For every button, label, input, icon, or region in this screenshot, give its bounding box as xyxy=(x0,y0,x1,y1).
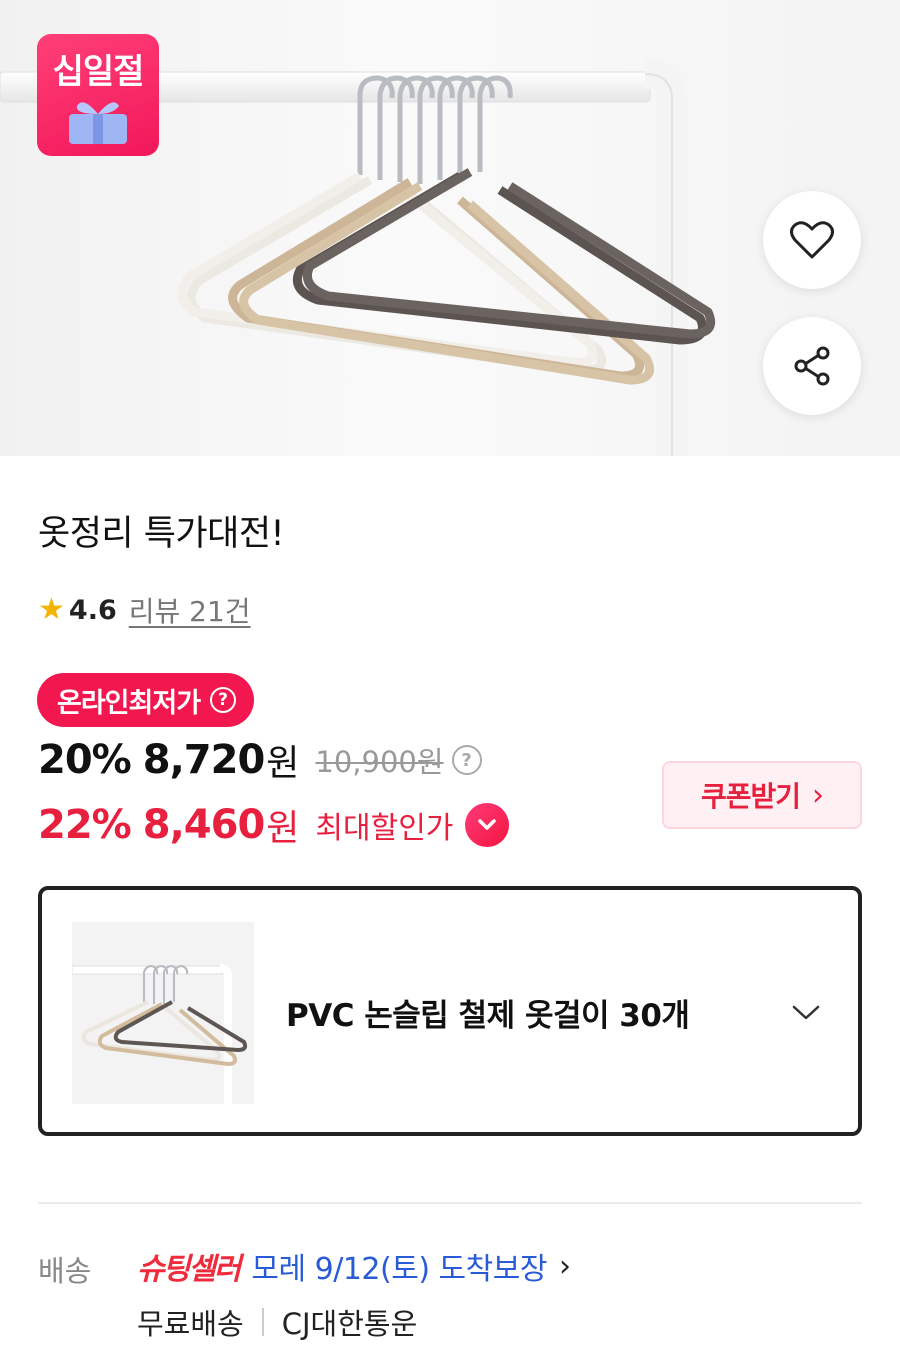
rating-row[interactable]: ★ 4.6 리뷰 21건 xyxy=(38,590,251,630)
lowest-price-badge[interactable]: 온라인최저가 ? xyxy=(37,673,255,727)
option-thumbnail-image xyxy=(72,922,254,1104)
review-count-link[interactable]: 리뷰 21건 xyxy=(129,590,251,630)
max-discount-price: 8,460 xyxy=(142,802,266,848)
like-button[interactable] xyxy=(763,191,861,289)
delivery-label: 배송 xyxy=(38,1254,92,1288)
share-icon xyxy=(794,346,830,386)
rating-score: 4.6 xyxy=(68,594,117,626)
sale-price: 8,720 xyxy=(142,737,266,783)
help-icon[interactable]: ? xyxy=(210,687,237,713)
coupon-download-button[interactable]: 쿠폰받기 › xyxy=(662,761,862,829)
carrier-name: CJ대한통운 xyxy=(281,1307,418,1341)
section-divider xyxy=(38,1202,862,1204)
original-price: 10,900원 xyxy=(315,745,444,779)
expand-discount-icon[interactable] xyxy=(465,803,510,847)
max-discount-percent: 22% xyxy=(38,802,132,848)
discount-percent: 20% xyxy=(38,737,132,783)
gift-icon xyxy=(69,102,127,144)
chevron-down-icon[interactable] xyxy=(790,1002,822,1022)
lowest-price-label: 온라인최저가 xyxy=(57,687,201,719)
sale-price-row: 20% 8,720 원 10,900원 ? xyxy=(38,732,482,788)
badge-text: 십일절 xyxy=(52,52,145,92)
chevron-down-icon xyxy=(478,819,497,830)
shooting-seller-logo: 슈팅셀러 xyxy=(137,1252,241,1287)
heart-icon xyxy=(790,221,834,259)
option-thumbnail xyxy=(72,922,254,1104)
delivery-arrival-link[interactable]: 슈팅셀러 모레 9/12(토) 도착보장 › xyxy=(137,1244,571,1288)
currency-unit: 원 xyxy=(266,743,300,784)
option-selector[interactable]: PVC 논슬립 철제 옷걸이 30개 xyxy=(38,886,862,1136)
coupon-label: 쿠폰받기 xyxy=(700,780,801,813)
delivery-details: 무료배송 CJ대한통운 xyxy=(137,1300,417,1344)
max-discount-label: 최대할인가 xyxy=(315,811,454,846)
chevron-right-icon: › xyxy=(812,777,824,813)
star-icon: ★ xyxy=(38,592,65,627)
share-button[interactable] xyxy=(763,317,861,415)
product-hero-image[interactable]: 십일절 xyxy=(0,0,900,456)
option-name: PVC 논슬립 철제 옷걸이 30개 xyxy=(286,998,690,1034)
currency-unit: 원 xyxy=(266,808,300,849)
separator xyxy=(261,1308,264,1336)
arrival-guarantee-text: 모레 9/12(토) 도착보장 xyxy=(251,1252,547,1287)
shipping-fee: 무료배송 xyxy=(137,1307,244,1341)
chevron-right-icon: › xyxy=(558,1248,571,1284)
price-help-icon[interactable]: ? xyxy=(451,745,482,775)
sale-event-badge[interactable]: 십일절 xyxy=(37,34,159,156)
product-title: 옷정리 특가대전! xyxy=(38,514,285,554)
max-discount-row[interactable]: 22% 8,460 원 최대할인가 xyxy=(38,797,510,853)
